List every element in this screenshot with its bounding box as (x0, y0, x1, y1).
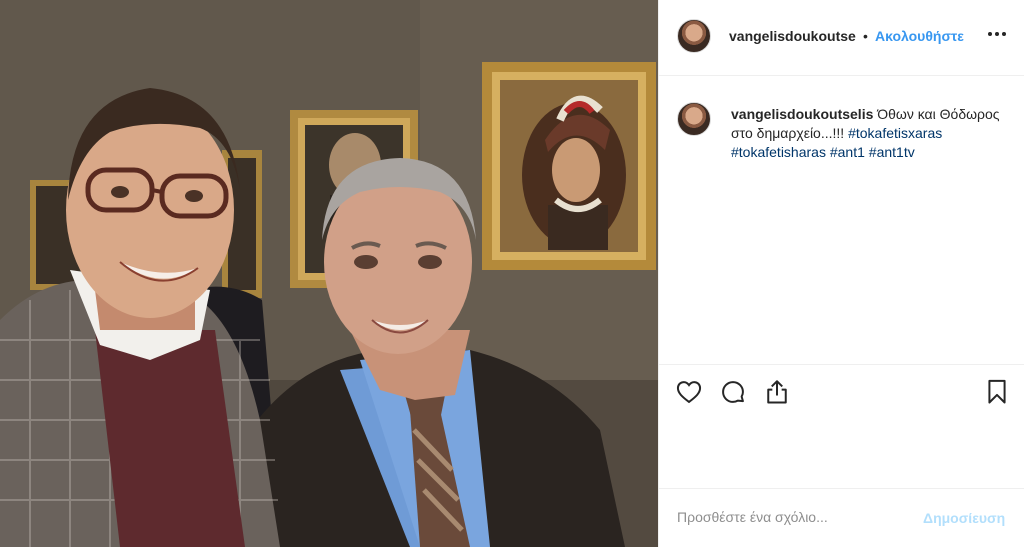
post-photo[interactable] (0, 0, 658, 547)
hashtag-link[interactable]: #tokafetisharas (731, 144, 826, 160)
caption-username[interactable]: vangelisdoukoutselis (731, 106, 873, 122)
add-comment-bar: Δημοσίευση (659, 488, 1024, 547)
hashtag-link[interactable]: #ant1tv (869, 144, 915, 160)
like-heart-icon[interactable] (675, 378, 703, 406)
author-avatar[interactable] (677, 19, 711, 53)
post-actions (659, 364, 1024, 419)
post-caption: vangelisdoukoutselis Όθων και Θόδωρος στ… (659, 76, 1024, 364)
share-upload-icon[interactable] (763, 378, 791, 406)
bookmark-save-icon[interactable] (983, 378, 1011, 406)
caption-avatar[interactable] (677, 102, 711, 136)
comment-input[interactable] (677, 505, 917, 529)
follow-separator: • (863, 28, 868, 44)
more-options-icon[interactable] (985, 22, 1009, 46)
author-username[interactable]: vangelisdoukoutse (729, 28, 856, 44)
caption-text: vangelisdoukoutselis Όθων και Θόδωρος στ… (731, 105, 1001, 162)
hashtag-link[interactable]: #ant1 (830, 144, 865, 160)
hashtag-link[interactable]: #tokafetisxaras (848, 125, 942, 141)
post-side-panel: vangelisdoukoutse • Ακολουθήστε vangelis… (658, 0, 1024, 547)
follow-button[interactable]: Ακολουθήστε (875, 28, 964, 44)
post-header: vangelisdoukoutse • Ακολουθήστε (659, 0, 1024, 76)
framed-portrait-soldier (482, 62, 656, 270)
comment-bubble-icon[interactable] (719, 378, 747, 406)
instagram-post: vangelisdoukoutse • Ακολουθήστε vangelis… (0, 0, 1024, 547)
publish-button[interactable]: Δημοσίευση (923, 510, 1005, 526)
selfie-photo-illustration (0, 0, 658, 547)
